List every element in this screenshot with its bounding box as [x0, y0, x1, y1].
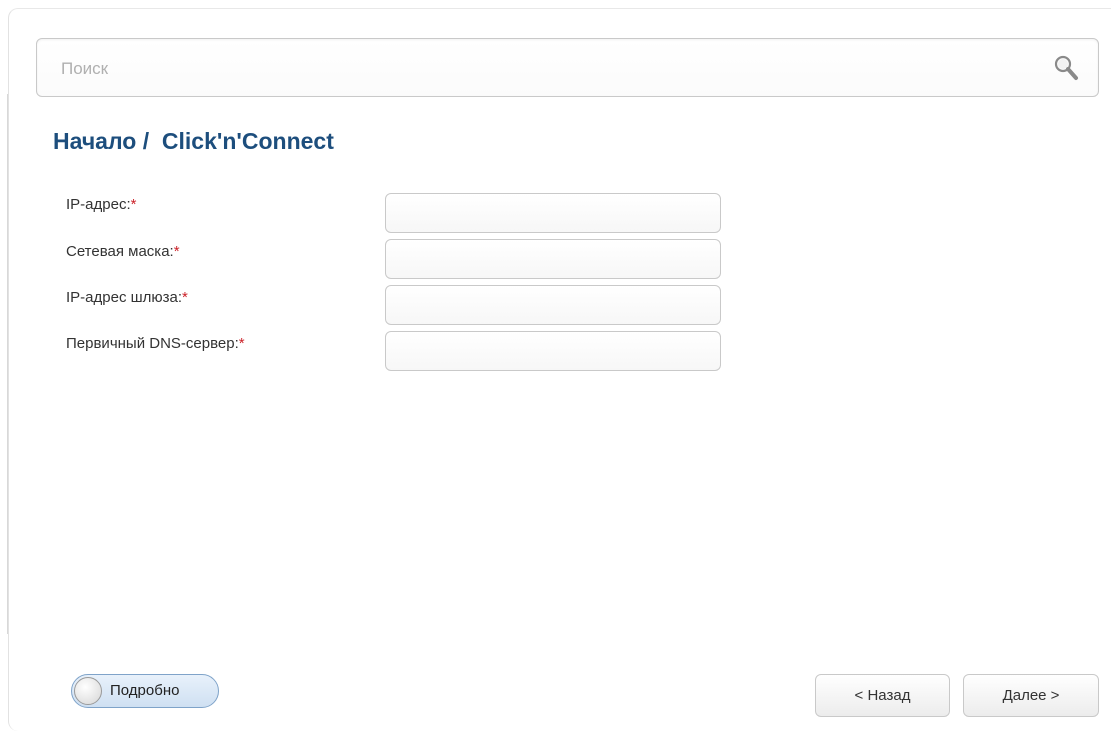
page-title: Начало / Click'n'Connect — [53, 128, 334, 155]
required-mark: * — [173, 243, 180, 260]
ip-address-label: IP-адрес:* — [66, 196, 136, 213]
gateway-label: IP-адрес шлюза:* — [66, 289, 188, 306]
details-toggle-label: Подробно — [110, 682, 180, 699]
gateway-input[interactable] — [385, 285, 721, 325]
toggle-knob[interactable] — [74, 677, 102, 705]
primary-dns-label-text: Первичный DNS-сервер: — [66, 335, 239, 352]
next-button[interactable]: Далее > — [963, 674, 1099, 717]
ip-address-input[interactable] — [385, 193, 721, 233]
breadcrumb-separator: / — [142, 128, 150, 154]
gateway-label-text: IP-адрес шлюза: — [66, 289, 183, 306]
netmask-label-text: Сетевая маска: — [66, 243, 174, 260]
sidebar-edge — [0, 94, 8, 634]
netmask-input[interactable] — [385, 239, 721, 279]
required-mark: * — [130, 196, 137, 213]
breadcrumb-current: Click'n'Connect — [161, 128, 334, 154]
search-icon[interactable] — [1052, 54, 1080, 82]
ip-address-label-text: IP-адрес: — [66, 196, 131, 213]
required-mark: * — [238, 335, 245, 352]
back-button[interactable]: < Назад — [815, 674, 950, 717]
primary-dns-input[interactable] — [385, 331, 721, 371]
search-box[interactable] — [36, 38, 1099, 97]
breadcrumb-home[interactable]: Начало — [53, 128, 136, 154]
primary-dns-label: Первичный DNS-сервер:* — [66, 335, 245, 352]
search-input[interactable] — [59, 53, 1023, 85]
netmask-label: Сетевая маска:* — [66, 243, 180, 260]
required-mark: * — [182, 289, 188, 306]
details-toggle[interactable]: Подробно — [71, 674, 219, 708]
